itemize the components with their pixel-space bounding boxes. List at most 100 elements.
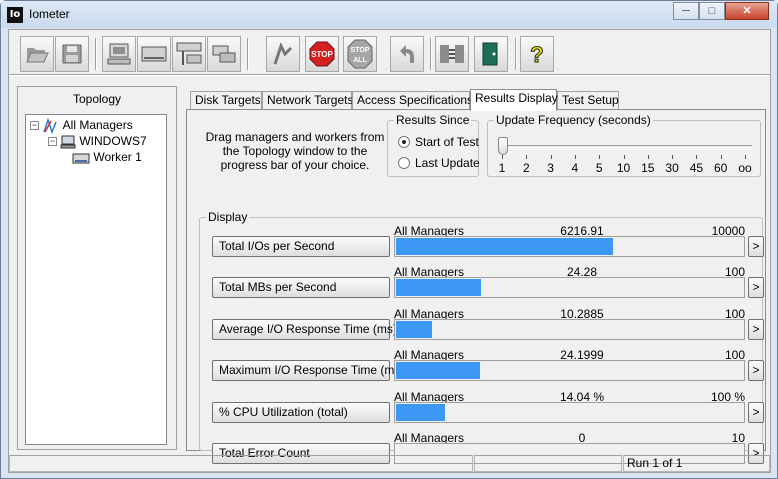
metric-progress-bar[interactable]: [394, 319, 745, 340]
disk-worker-icon: [72, 153, 90, 164]
display-legend: Display: [206, 210, 250, 224]
start-tests-button[interactable]: [266, 36, 300, 72]
metric-expand-button[interactable]: >: [748, 360, 764, 381]
svg-text:?: ?: [530, 42, 543, 67]
radio-last-update[interactable]: Last Update: [398, 155, 480, 171]
disk-worker-icon: [141, 46, 167, 62]
metric-progress-fill: [396, 279, 481, 296]
reset-workers-button[interactable]: [390, 36, 424, 72]
slider-tick: [502, 155, 503, 159]
metric-progress-fill: [396, 321, 432, 338]
tab-results-display[interactable]: Results Display: [470, 89, 558, 111]
stop-all-icon: STOP ALL: [347, 39, 373, 69]
green-flag-icon: [273, 42, 293, 65]
start-network-worker-button[interactable]: [172, 36, 206, 72]
minimize-button[interactable]: ─: [673, 2, 699, 20]
tree-item-windows7[interactable]: WINDOWS7: [60, 133, 147, 149]
iometer-window: Io Iometer ─ □ ✕ STOP STOP ALL ? Topolog…: [0, 0, 778, 479]
radio-indicator: [398, 135, 410, 148]
close-button[interactable]: ✕: [725, 2, 769, 20]
metric-expand-button[interactable]: >: [748, 277, 764, 298]
metric-expand-button[interactable]: >: [748, 319, 764, 340]
status-cell-middle: [474, 455, 622, 472]
computer-icon: [107, 43, 131, 65]
tree-item-all-managers[interactable]: All Managers: [42, 117, 133, 135]
stop-button[interactable]: STOP: [305, 36, 339, 72]
tab-test-setup[interactable]: Test Setup: [557, 91, 619, 110]
about-button[interactable]: ?: [520, 36, 554, 72]
tab-strip: Disk Targets Network Targets Access Spec…: [187, 89, 687, 111]
slider-tick: [599, 155, 601, 159]
radio-label: Last Update: [415, 156, 480, 170]
svg-text:ALL: ALL: [353, 57, 367, 64]
toolbar-divider: [9, 74, 770, 76]
exit-button[interactable]: [474, 36, 508, 72]
drag-instructions: Drag managers and workers from the Topol…: [205, 130, 385, 172]
radio-indicator: [398, 156, 410, 169]
open-config-button[interactable]: [20, 36, 54, 72]
undo-arrow-icon: [400, 45, 414, 63]
disconnect-icon: [440, 45, 464, 63]
tab-access-specifications[interactable]: Access Specifications: [352, 91, 473, 110]
metric-button-maximum-i-o-response-time-ms[interactable]: Maximum I/O Response Time (ms): [212, 360, 404, 381]
question-mark-icon: ?: [530, 42, 544, 68]
save-config-button[interactable]: [55, 36, 89, 72]
status-bar: Run 1 of 1: [9, 453, 770, 473]
metric-button-cpu-utilization-total[interactable]: % CPU Utilization (total): [212, 402, 390, 423]
slider-tick: [745, 155, 746, 159]
start-new-manager-button[interactable]: [102, 36, 136, 72]
floppy-disk-icon: [62, 44, 82, 64]
tree-item-label: Worker 1: [93, 150, 142, 164]
metric-progress-bar[interactable]: [394, 402, 745, 423]
topology-title: Topology: [72, 92, 122, 106]
metric-progress-bar[interactable]: [394, 236, 745, 257]
metric-expand-button[interactable]: >: [748, 236, 764, 257]
status-cell-main: [9, 455, 473, 472]
metric-button-average-i-o-response-time-ms[interactable]: Average I/O Response Time (ms): [212, 319, 397, 340]
start-new-worker-button[interactable]: [137, 36, 171, 72]
stop-sign-icon: STOP: [309, 41, 335, 67]
expander-windows7[interactable]: −: [48, 137, 57, 146]
metric-progress-fill: [396, 404, 445, 421]
metric-progress-bar[interactable]: [394, 277, 745, 298]
slider-tick: [526, 155, 528, 159]
title-bar[interactable]: Io Iometer ─ □ ✕: [1, 1, 777, 28]
tree-item-label: All Managers: [62, 118, 133, 132]
update-frequency-slider-thumb[interactable]: [498, 137, 508, 155]
radio-label: Start of Test: [415, 135, 479, 149]
maximize-button[interactable]: □: [699, 2, 725, 20]
slider-tick-label: oo: [738, 161, 752, 175]
slider-tick: [647, 155, 649, 159]
exit-door-icon: [482, 42, 498, 66]
tree-item-label: WINDOWS7: [79, 134, 147, 148]
results-since-legend: Results Since: [394, 113, 472, 127]
metric-button-total-mbs-per-second[interactable]: Total MBs per Second: [212, 277, 390, 298]
svg-text:STOP: STOP: [311, 50, 333, 59]
window-title: Iometer: [29, 7, 70, 21]
stop-all-button[interactable]: STOP ALL: [343, 36, 377, 72]
slider-tick: [720, 155, 722, 159]
metric-expand-button[interactable]: >: [748, 402, 764, 423]
tree-item-worker-1[interactable]: Worker 1: [72, 149, 142, 165]
metric-progress-bar[interactable]: [394, 360, 745, 381]
slider-tick: [672, 155, 674, 159]
network-worker-icon: [176, 42, 202, 65]
expander-all-managers[interactable]: −: [30, 121, 39, 130]
svg-text:STOP: STOP: [351, 47, 370, 54]
slider-tick: [550, 155, 552, 159]
duplicate-worker-button[interactable]: [207, 36, 241, 72]
iometer-app-icon: Io: [7, 7, 23, 23]
topology-tree[interactable]: − All Managers − WINDOWS7 Worker 1: [25, 114, 167, 445]
tab-network-targets[interactable]: Network Targets: [262, 91, 353, 110]
metric-button-total-i-os-per-second[interactable]: Total I/Os per Second: [212, 236, 390, 257]
topology-panel: Topology − All Managers − WINDOWS7 Worke…: [17, 86, 177, 450]
tab-disk-targets[interactable]: Disk Targets: [190, 91, 262, 110]
update-frequency-slider-track[interactable]: [500, 145, 752, 148]
metric-progress-fill: [396, 238, 613, 255]
client-area: STOP STOP ALL ? Topology − All Managers …: [8, 29, 771, 473]
radio-start-of-test[interactable]: Start of Test: [398, 134, 479, 150]
disconnect-manager-button[interactable]: [435, 36, 469, 72]
toolbar: STOP STOP ALL ?: [14, 36, 754, 74]
results-since-group: Results Since Start of Test Last Update: [387, 113, 480, 177]
duplicate-icon: [212, 45, 236, 63]
